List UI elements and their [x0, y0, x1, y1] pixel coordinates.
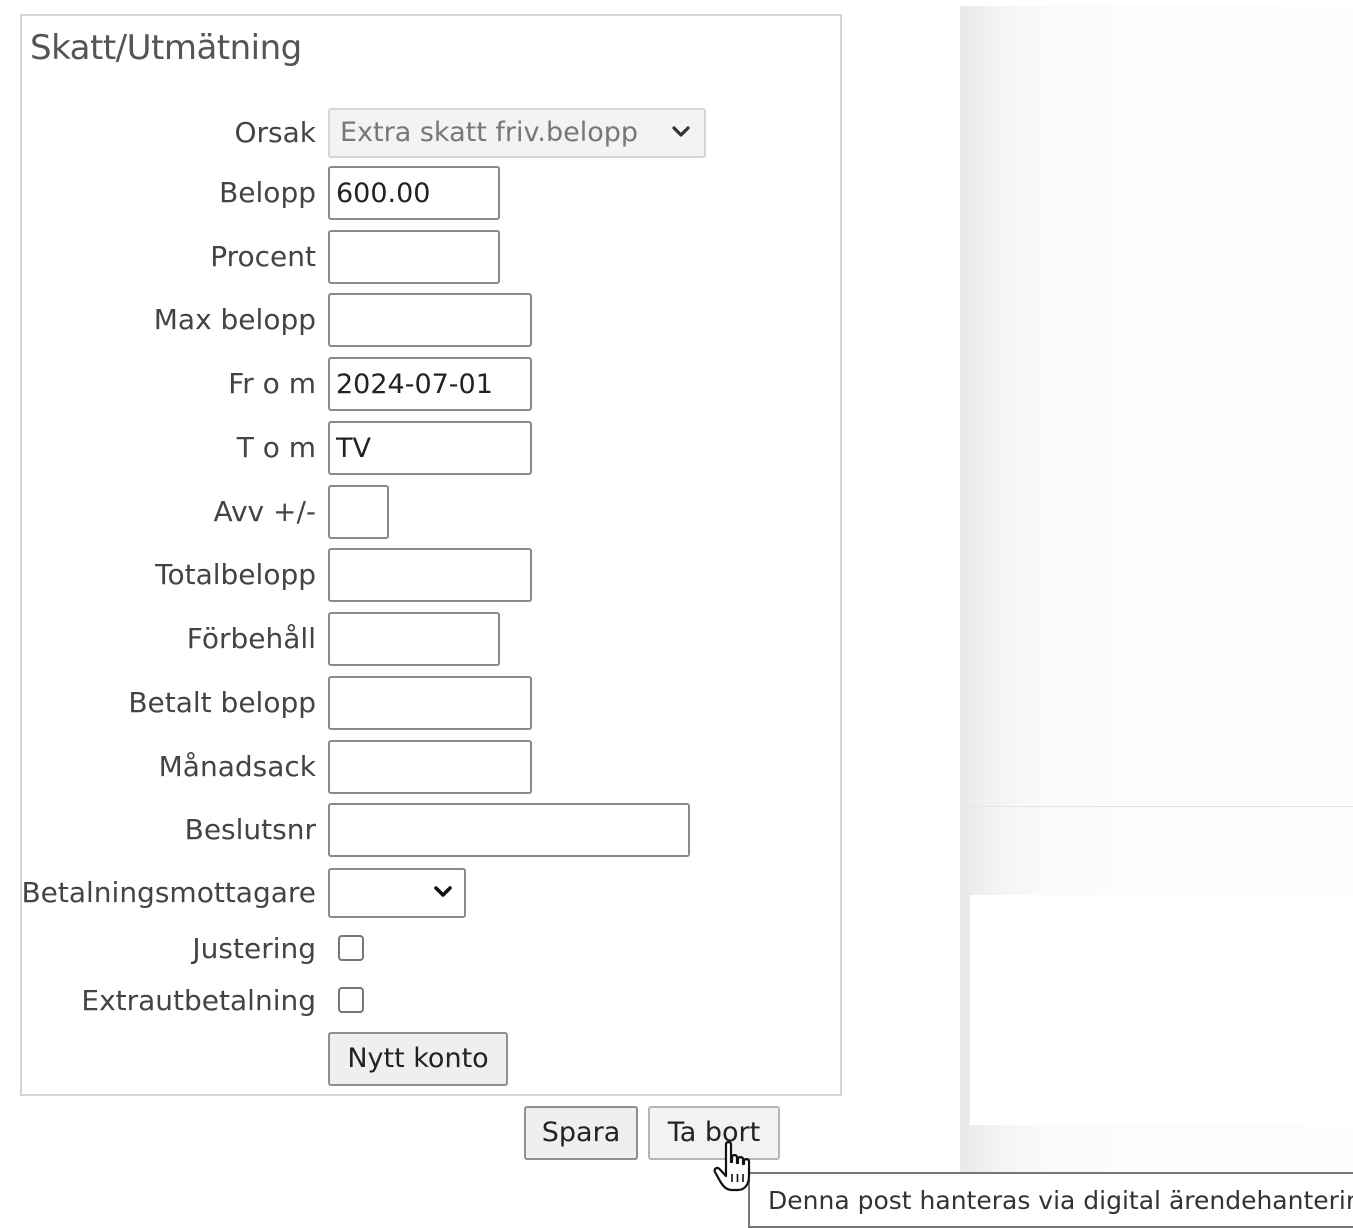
max-belopp-label: Max belopp	[153, 303, 316, 336]
spara-button[interactable]: Spara	[524, 1106, 638, 1160]
panel-title: Skatt/Utmätning	[30, 28, 302, 68]
betalt-belopp-input[interactable]	[328, 676, 532, 730]
tom-row: T o m	[22, 421, 840, 475]
procent-input[interactable]	[328, 230, 500, 284]
beslutsnr-row: Beslutsnr	[22, 803, 840, 857]
manadsack-label: Månadsack	[158, 750, 316, 783]
extrautbetalning-row: Extrautbetalning	[22, 974, 840, 1028]
orsak-row: Orsak Extra skatt friv.belopp	[22, 106, 840, 160]
totalbelopp-input[interactable]	[328, 548, 532, 602]
betalningsmottagare-label: Betalningsmottagare	[21, 876, 316, 909]
avv-row: Avv +/-	[22, 485, 840, 539]
nytt-konto-button[interactable]: Nytt konto	[328, 1032, 508, 1086]
tom-date-input[interactable]	[328, 421, 532, 475]
forbehall-row: Förbehåll	[22, 612, 840, 666]
belopp-input[interactable]	[328, 166, 500, 220]
justering-checkbox[interactable]	[338, 935, 364, 961]
avv-input[interactable]	[328, 485, 389, 539]
background-divider	[960, 806, 1353, 807]
background-blank-box	[970, 895, 1353, 1125]
hand-pointer-icon	[713, 1141, 751, 1192]
manadsack-input[interactable]	[328, 740, 532, 794]
tom-label: T o m	[236, 431, 316, 464]
orsak-select-value: Extra skatt friv.belopp	[340, 117, 639, 148]
extrautbetalning-checkbox[interactable]	[338, 987, 364, 1013]
max-belopp-row: Max belopp	[22, 293, 840, 347]
from-label: Fr o m	[228, 367, 316, 400]
betalningsmottagare-row: Betalningsmottagare	[21, 866, 840, 920]
chevron-down-icon	[434, 886, 452, 897]
belopp-label: Belopp	[219, 176, 316, 209]
chevron-down-icon	[672, 126, 690, 137]
forbehall-input[interactable]	[328, 612, 500, 666]
forbehall-label: Förbehåll	[186, 622, 316, 655]
manadsack-row: Månadsack	[22, 740, 840, 794]
from-row: Fr o m	[22, 357, 840, 411]
orsak-select[interactable]: Extra skatt friv.belopp	[328, 108, 706, 158]
procent-label: Procent	[210, 240, 316, 273]
avv-label: Avv +/-	[213, 495, 316, 528]
totalbelopp-label: Totalbelopp	[155, 558, 316, 591]
justering-label: Justering	[192, 932, 316, 965]
totalbelopp-row: Totalbelopp	[22, 548, 840, 602]
betalt-belopp-row: Betalt belopp	[22, 676, 840, 730]
betalt-belopp-label: Betalt belopp	[128, 686, 316, 719]
max-belopp-input[interactable]	[328, 293, 532, 347]
justering-row: Justering	[22, 922, 840, 976]
beslutsnr-input[interactable]	[328, 803, 690, 857]
belopp-row: Belopp	[22, 166, 840, 220]
extrautbetalning-label: Extrautbetalning	[81, 984, 316, 1017]
beslutsnr-label: Beslutsnr	[184, 813, 316, 846]
skatt-utmatning-panel: Skatt/Utmätning Orsak Extra skatt friv.b…	[20, 14, 842, 1096]
procent-row: Procent	[22, 230, 840, 284]
betalningsmottagare-select[interactable]	[328, 868, 466, 918]
from-date-input[interactable]	[328, 357, 532, 411]
orsak-label: Orsak	[234, 116, 316, 149]
